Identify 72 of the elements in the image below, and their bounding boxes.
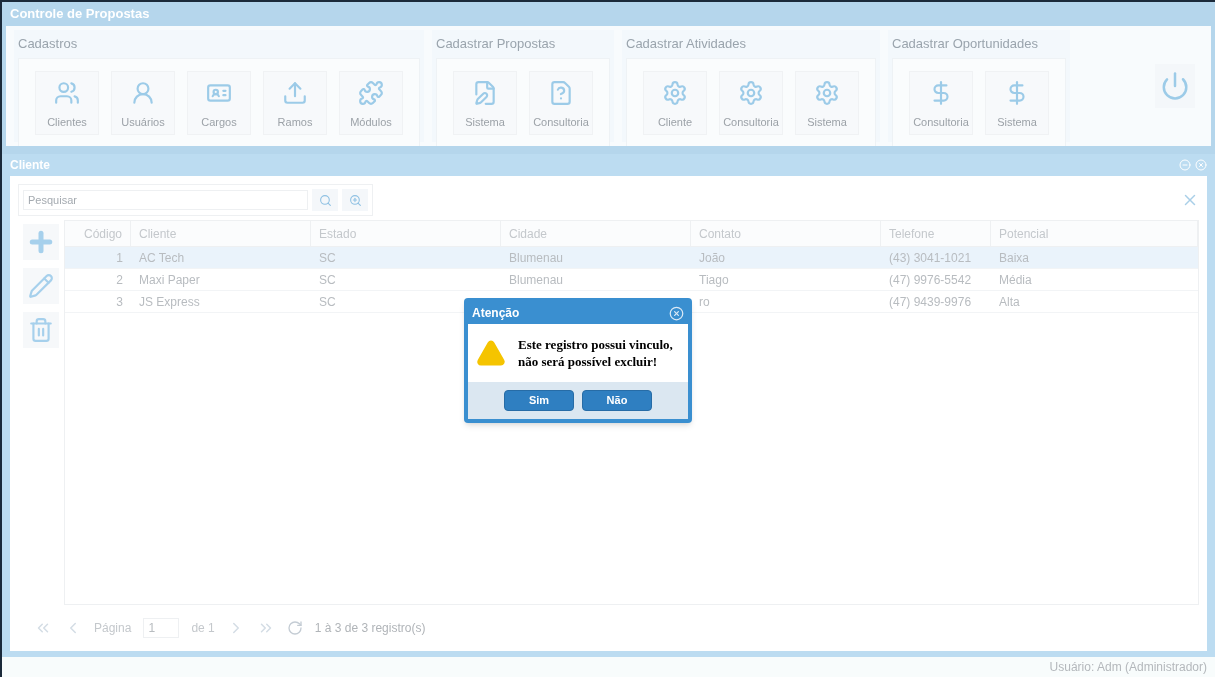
toolbar-button[interactable]: Cliente: [643, 70, 707, 135]
table-cell: (47) 9439-9976: [889, 294, 972, 309]
window-title: Controle de Propostas: [2, 2, 1215, 26]
gear-icon: [814, 79, 840, 106]
group-title: Cadastrar Atividades: [626, 35, 747, 53]
toolbar-button[interactable]: Sistema: [453, 70, 517, 135]
collapse-icon[interactable]: [1179, 159, 1191, 171]
delete-button[interactable]: [23, 312, 59, 348]
table-cell: ro: [699, 294, 710, 309]
toolbar-button[interactable]: Sistema: [985, 70, 1049, 135]
gear-icon: [738, 79, 764, 106]
trash-icon: [28, 317, 54, 343]
table-cell: 1: [116, 250, 123, 265]
table-cell: (47) 9976-5542: [889, 272, 972, 287]
table-cell: 3: [116, 294, 123, 309]
warning-icon: [476, 338, 506, 368]
refresh-icon[interactable]: [286, 620, 303, 636]
toolbar-button[interactable]: Clientes: [35, 70, 99, 135]
help-document-icon: [548, 79, 574, 106]
record-summary: 1 à 3 de 3 registro(s): [314, 620, 426, 637]
zoom-button[interactable]: [342, 189, 368, 211]
toolbar-button[interactable]: Consultoria: [909, 70, 973, 135]
dialog-message: Este registro possui vinculo, não será possível excluir!: [518, 336, 674, 370]
page-count: de 1: [191, 620, 215, 637]
upload-icon: [282, 79, 308, 106]
user-icon: [130, 79, 156, 106]
toolbar-button[interactable]: Sistema: [795, 70, 859, 135]
search-icon: [318, 193, 332, 207]
table-cell: Baixa: [999, 250, 1030, 265]
table-row[interactable]: 1 AC Tech SC Blumenau João (43) 3041-1021 Baixa: [65, 247, 1198, 269]
pencil-icon: [28, 273, 54, 299]
add-button[interactable]: [23, 224, 59, 260]
table-cell: AC Tech: [139, 250, 185, 265]
gear-icon: [662, 79, 688, 106]
table-cell: (43) 3041-1021: [889, 250, 972, 265]
search-button[interactable]: [312, 189, 338, 211]
group-title: Cadastrar Propostas: [436, 35, 557, 53]
status-text: Usuário: Adm (Administrador): [1049, 659, 1207, 676]
toolbar-button[interactable]: Cargos: [187, 70, 251, 135]
dialog-button[interactable]: Não: [582, 390, 652, 411]
document-pen-icon: [472, 79, 498, 106]
search-field[interactable]: Pesquisar: [23, 190, 308, 210]
page-label: Página: [94, 620, 132, 637]
table-cell: SC: [319, 272, 336, 287]
users-icon: [54, 79, 80, 106]
dialog-button[interactable]: Sim: [504, 390, 574, 411]
table-cell: SC: [319, 250, 336, 265]
toolbar-button[interactable]: Consultoria: [529, 70, 593, 135]
toolbar-button[interactable]: Consultoria: [719, 70, 783, 135]
toolbar-button[interactable]: Módulos: [339, 70, 403, 135]
group-title: Cadastrar Oportunidades: [892, 35, 1039, 53]
group-title: Cadastros: [18, 35, 79, 53]
table-cell: Blumenau: [509, 272, 564, 287]
page-field[interactable]: 1: [143, 618, 180, 638]
close-icon[interactable]: [669, 305, 684, 321]
zoom-icon: [348, 193, 362, 207]
table-cell: Média: [999, 272, 1032, 287]
toolbar-button[interactable]: Ramos: [263, 70, 327, 135]
table-cell: João: [699, 250, 726, 265]
toolbar-button[interactable]: Usuários: [111, 70, 175, 135]
edit-button[interactable]: [23, 268, 59, 304]
panel-title: Cliente: [10, 157, 51, 174]
power-icon: [1160, 71, 1190, 101]
table-cell: Blumenau: [509, 250, 564, 265]
table-cell: Alta: [999, 294, 1020, 309]
table-cell: Tiago: [699, 272, 729, 287]
table-cell: JS Express: [139, 294, 200, 309]
puzzle-icon: [358, 79, 384, 106]
power-button[interactable]: [1155, 64, 1195, 108]
table-cell: 2: [116, 272, 123, 287]
table-cell: SC: [319, 294, 336, 309]
table-cell: Maxi Paper: [139, 272, 200, 287]
